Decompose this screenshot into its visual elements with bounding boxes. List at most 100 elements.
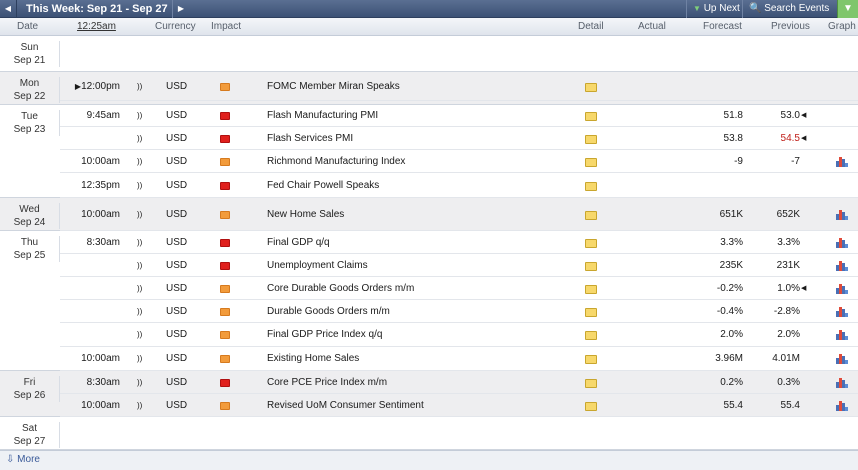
detail-folder-icon[interactable] (585, 182, 597, 191)
sound-icon[interactable]: )) (137, 395, 142, 417)
event-row[interactable]: 10:00am)) USD Existing Home Sales 3.96M 4.01… (60, 347, 858, 371)
col-impact: Impact (211, 21, 242, 32)
filter-button[interactable]: ▼ (837, 0, 858, 18)
day-of-week: Sat (21, 423, 37, 434)
event-name[interactable]: Flash Manufacturing PMI (267, 105, 378, 127)
graph-icon[interactable] (836, 210, 848, 220)
event-row[interactable]: 9:45am)) USD Flash Manufacturing PMI 51.8 53… (60, 105, 858, 127)
detail-folder-icon[interactable] (585, 308, 597, 317)
impact-icon (220, 402, 230, 410)
event-currency: USD (166, 260, 188, 271)
event-name[interactable]: Flash Services PMI (267, 128, 353, 150)
day-cell: Fri Sep 26 (0, 376, 60, 402)
event-name[interactable]: Fed Chair Powell Speaks (267, 175, 379, 197)
event-name[interactable]: FOMC Member Miran Speaks (267, 76, 400, 98)
detail-folder-icon[interactable] (585, 83, 597, 92)
event-row[interactable]: )) USD Durable Goods Orders m/m -0.4% -2.8% (60, 300, 858, 323)
sound-icon[interactable]: )) (137, 151, 142, 173)
sound-icon[interactable]: )) (137, 175, 142, 197)
prev-week-button[interactable]: ◀ (0, 0, 17, 18)
detail-folder-icon[interactable] (585, 331, 597, 340)
event-name[interactable]: Richmond Manufacturing Index (267, 151, 405, 173)
event-row[interactable]: )) USD Core Durable Goods Orders m/m -0.2% 1… (60, 277, 858, 300)
event-row[interactable]: )) USD Flash Services PMI 53.8 54.5 ◀ (60, 127, 858, 150)
next-week-button[interactable]: ▶ (172, 0, 189, 18)
graph-icon[interactable] (836, 330, 848, 340)
event-time: 10:00am (81, 209, 120, 220)
event-name[interactable]: Unemployment Claims (267, 255, 368, 277)
chevron-left-icon: ◀ (4, 4, 12, 13)
event-currency: USD (166, 283, 188, 294)
event-forecast: 651K (719, 209, 743, 220)
event-name[interactable]: Core PCE Price Index m/m (267, 372, 387, 394)
event-forecast: 2.0% (720, 329, 743, 340)
event-name[interactable]: New Home Sales (267, 204, 344, 226)
graph-icon[interactable] (836, 284, 848, 294)
event-forecast: 53.8 (723, 133, 743, 144)
sound-icon[interactable]: )) (137, 204, 142, 226)
event-name[interactable]: Durable Goods Orders m/m (267, 301, 390, 323)
detail-folder-icon[interactable] (585, 262, 597, 271)
event-row[interactable]: )) USD Unemployment Claims 235K 231K (60, 254, 858, 277)
up-next-button[interactable]: ▼ Up Next (686, 0, 742, 18)
event-row[interactable]: 12:35pm)) USD Fed Chair Powell Speaks (60, 173, 858, 198)
detail-folder-icon[interactable] (585, 285, 597, 294)
day-date: Sep 25 (13, 250, 46, 261)
graph-icon[interactable] (836, 307, 848, 317)
event-name[interactable]: Core Durable Goods Orders m/m (267, 278, 414, 300)
event-row[interactable]: 10:00am)) USD New Home Sales 651K 652K (60, 198, 858, 231)
graph-icon[interactable] (836, 157, 848, 167)
event-time: 12:35pm (81, 180, 120, 191)
more-icon: ⇩ (6, 454, 15, 465)
detail-folder-icon[interactable] (585, 211, 597, 220)
col-time-zone[interactable]: 12:25am (77, 18, 116, 36)
event-time: ▶12:00pm (74, 81, 120, 92)
detail-folder-icon[interactable] (585, 239, 597, 248)
sound-icon[interactable]: )) (137, 76, 142, 98)
sound-icon[interactable]: )) (137, 278, 142, 300)
sound-icon[interactable]: )) (137, 105, 142, 127)
revision-arrow-icon: ◀ (801, 112, 807, 119)
event-name[interactable]: Final GDP Price Index q/q (267, 324, 382, 346)
graph-icon[interactable] (836, 238, 848, 248)
sound-icon[interactable]: )) (137, 301, 142, 323)
event-row[interactable]: ▶12:00pm)) USD FOMC Member Miran Speaks (60, 72, 858, 101)
sound-icon[interactable]: )) (137, 348, 142, 370)
detail-folder-icon[interactable] (585, 135, 597, 144)
day-date: Sep 21 (13, 55, 46, 66)
event-previous: 3.3% (777, 237, 800, 248)
graph-icon[interactable] (836, 378, 848, 388)
event-row[interactable]: 8:30am)) USD Core PCE Price Index m/m 0.2% 0… (60, 371, 858, 394)
event-previous: 231K (776, 260, 800, 271)
chevron-right-icon: ▶ (177, 4, 185, 13)
detail-folder-icon[interactable] (585, 158, 597, 167)
sound-icon[interactable]: )) (137, 324, 142, 346)
sound-icon[interactable]: )) (137, 232, 142, 254)
more-link[interactable]: ⇩ More (0, 450, 858, 470)
sound-icon[interactable]: )) (137, 128, 142, 150)
event-currency: USD (166, 237, 188, 248)
graph-icon[interactable] (836, 261, 848, 271)
event-name[interactable]: Existing Home Sales (267, 348, 359, 370)
event-row[interactable]: )) USD Final GDP Price Index q/q 2.0% 2.0% (60, 323, 858, 347)
day-cell: Sun Sep 21 (0, 41, 60, 67)
detail-folder-icon[interactable] (585, 402, 597, 411)
event-row[interactable]: 8:30am)) USD Final GDP q/q 3.3% 3.3% (60, 231, 858, 254)
event-time: 8:30am (86, 237, 120, 248)
graph-icon[interactable] (836, 401, 848, 411)
day-of-week: Thu (20, 237, 39, 248)
sound-icon[interactable]: )) (137, 372, 142, 394)
event-previous: 54.5 (780, 133, 800, 144)
col-detail: Detail (578, 21, 604, 32)
event-name[interactable]: Final GDP q/q (267, 232, 330, 254)
event-name[interactable]: Revised UoM Consumer Sentiment (267, 395, 424, 417)
detail-folder-icon[interactable] (585, 355, 597, 364)
search-events-button[interactable]: 🔍 Search Events (742, 0, 836, 18)
detail-folder-icon[interactable] (585, 112, 597, 121)
sound-icon[interactable]: )) (137, 255, 142, 277)
event-row[interactable]: 10:00am)) USD Revised UoM Consumer Sentime… (60, 394, 858, 417)
day-date: Sep 26 (13, 390, 46, 401)
detail-folder-icon[interactable] (585, 379, 597, 388)
event-row[interactable]: 10:00am)) USD Richmond Manufacturing Index… (60, 150, 858, 173)
graph-icon[interactable] (836, 354, 848, 364)
